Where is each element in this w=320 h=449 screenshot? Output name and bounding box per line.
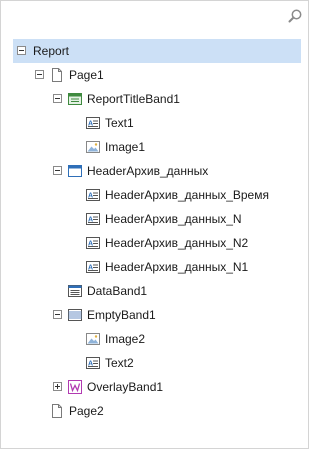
tree-node-text1[interactable]: A Text1 xyxy=(13,111,301,135)
text-object-icon: A xyxy=(85,355,101,371)
tree-node-report-title-band[interactable]: ReportTitleBand1 xyxy=(13,87,301,111)
header-band-icon xyxy=(67,163,83,179)
tree-node-text2[interactable]: A Text2 xyxy=(13,351,301,375)
collapse-toggle[interactable] xyxy=(53,310,62,319)
collapse-toggle[interactable] xyxy=(17,46,26,55)
collapse-toggle[interactable] xyxy=(53,94,62,103)
empty-band-icon xyxy=(67,307,83,323)
tree-node-page2[interactable]: Page2 xyxy=(13,399,301,423)
report-title-band-icon xyxy=(67,91,83,107)
tree-node-header-n[interactable]: A HeaderАрхив_данных_N xyxy=(13,207,301,231)
text-object-icon: A xyxy=(85,259,101,275)
picture-object-icon xyxy=(85,331,101,347)
node-label: Report xyxy=(33,44,70,58)
node-label: HeaderАрхив_данных_Время xyxy=(105,188,269,202)
node-label: HeaderАрхив_данных_N2 xyxy=(105,236,249,250)
tree-node-empty-band[interactable]: EmptyBand1 xyxy=(13,303,301,327)
tree-node-page1[interactable]: Page1 xyxy=(13,63,301,87)
page-icon xyxy=(49,403,65,419)
tree-node-header-time[interactable]: A HeaderАрхив_данных_Время xyxy=(13,183,301,207)
node-label: Page1 xyxy=(69,68,104,82)
text-object-icon: A xyxy=(85,115,101,131)
tree-node-header-n2[interactable]: A HeaderАрхив_данных_N2 xyxy=(13,231,301,255)
report-tree: Report Page1 ReportTitleBand1 A Text1 Im… xyxy=(1,1,308,448)
tree-node-header-band[interactable]: HeaderАрхив_данных xyxy=(13,159,301,183)
node-label: HeaderАрхив_данных xyxy=(87,164,209,178)
tree-node-image1[interactable]: Image1 xyxy=(13,135,301,159)
tree-node-report[interactable]: Report xyxy=(13,39,301,63)
page-icon xyxy=(49,67,65,83)
collapse-toggle[interactable] xyxy=(35,70,44,79)
node-label: Image2 xyxy=(105,332,146,346)
tree-node-data-band[interactable]: DataBand1 xyxy=(13,279,301,303)
node-label: Page2 xyxy=(69,404,104,418)
node-label: Image1 xyxy=(105,140,146,154)
expand-toggle[interactable] xyxy=(53,382,62,391)
node-label: DataBand1 xyxy=(87,284,148,298)
text-object-icon: A xyxy=(85,187,101,203)
picture-object-icon xyxy=(85,139,101,155)
node-label: ReportTitleBand1 xyxy=(87,92,180,106)
data-band-icon xyxy=(67,283,83,299)
node-label: HeaderАрхив_данных_N xyxy=(105,212,242,226)
node-label: HeaderАрхив_данных_N1 xyxy=(105,260,249,274)
text-object-icon: A xyxy=(85,235,101,251)
tree-node-header-n1[interactable]: A HeaderАрхив_данных_N1 xyxy=(13,255,301,279)
report-tree-panel: Report Page1 ReportTitleBand1 A Text1 Im… xyxy=(0,0,309,449)
tree-node-image2[interactable]: Image2 xyxy=(13,327,301,351)
node-label: Text1 xyxy=(105,116,134,130)
node-label: OverlayBand1 xyxy=(87,380,164,394)
tree-node-overlay-band[interactable]: OverlayBand1 xyxy=(13,375,301,399)
node-label: EmptyBand1 xyxy=(87,308,156,322)
text-object-icon: A xyxy=(85,211,101,227)
collapse-toggle[interactable] xyxy=(53,166,62,175)
overlay-band-icon xyxy=(67,379,83,395)
node-label: Text2 xyxy=(105,356,134,370)
